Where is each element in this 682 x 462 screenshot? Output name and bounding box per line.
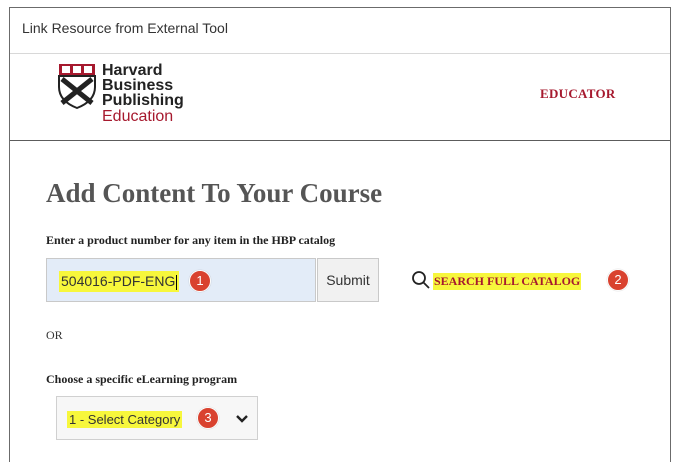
chevron-down-icon: [236, 415, 248, 423]
logo-line-business: Business: [102, 77, 174, 94]
logo-line-publishing: Publishing: [102, 92, 184, 109]
site-header: Harvard Business Publishing Education ED…: [10, 54, 670, 141]
product-number-label: Enter a product number for any item in t…: [46, 233, 336, 247]
product-number-input[interactable]: 504016-PDF-ENG 1: [46, 258, 316, 302]
product-number-value: 504016-PDF-ENG: [59, 271, 180, 292]
submit-button[interactable]: Submit: [317, 258, 379, 302]
page-title: Add Content To Your Course: [46, 178, 383, 208]
search-full-catalog-label: SEARCH FULL CATALOG: [433, 273, 582, 290]
step-badge-2: 2: [607, 269, 629, 291]
step-badge-3: 3: [197, 407, 219, 429]
category-select[interactable]: 1 - Select Category 3: [56, 396, 258, 440]
harvard-shield-icon: [58, 64, 96, 109]
logo-wordmark: Harvard Business Publishing: [102, 62, 184, 109]
elearning-program-label: Choose a specific eLearning program: [46, 372, 238, 386]
search-icon: [412, 271, 430, 289]
text-caret: [176, 274, 178, 290]
educator-nav-link[interactable]: EDUCATOR: [540, 86, 616, 102]
dialog-titlebar: Link Resource from External Tool: [10, 8, 670, 54]
dialog-title: Link Resource from External Tool: [22, 20, 228, 36]
or-divider-text: OR: [46, 328, 63, 342]
category-select-value: 1 - Select Category: [67, 411, 183, 428]
logo-line-harvard: Harvard: [102, 62, 163, 79]
step-badge-1: 1: [189, 270, 211, 292]
logo-education: Education: [102, 108, 174, 125]
hbp-logo[interactable]: Harvard Business Publishing Education: [58, 63, 208, 131]
